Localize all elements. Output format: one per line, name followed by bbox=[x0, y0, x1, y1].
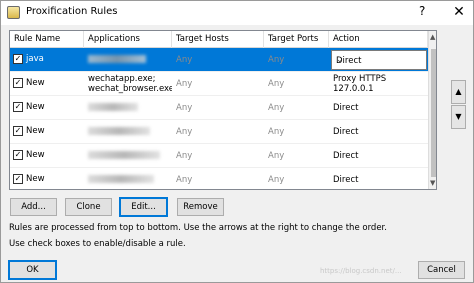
window-title: Proxification Rules bbox=[26, 6, 118, 17]
table-row[interactable]: ✓New wechatapp.exe;wechat_browser.exe;..… bbox=[10, 72, 428, 96]
title-bar: Proxification Rules ? ✕ bbox=[1, 1, 473, 25]
scrollbar-thumb[interactable] bbox=[431, 49, 436, 177]
applications-cell bbox=[84, 48, 172, 72]
column-target-hosts[interactable]: Target Hosts bbox=[172, 31, 264, 48]
rule-name-cell: ✓ java bbox=[10, 48, 84, 72]
target-ports-cell: Any bbox=[268, 79, 285, 89]
action-cell: Direct bbox=[333, 127, 359, 137]
checkbox[interactable]: ✓ bbox=[13, 102, 23, 112]
checkbox[interactable]: ✓ bbox=[13, 150, 23, 160]
remove-button[interactable]: Remove bbox=[177, 198, 224, 216]
rule-name: New bbox=[26, 126, 45, 136]
redacted-applications bbox=[88, 151, 160, 159]
column-target-ports[interactable]: Target Ports bbox=[264, 31, 329, 48]
table-row[interactable]: ✓ java Any Any Direct ⌄ bbox=[10, 48, 428, 72]
redacted-applications bbox=[88, 175, 154, 183]
target-hosts-cell: Any bbox=[176, 151, 193, 161]
app-icon bbox=[7, 6, 20, 19]
rule-name-cell: ✓ New bbox=[10, 168, 84, 189]
applications-cell: wechatapp.exe;wechat_browser.exe;... bbox=[88, 74, 172, 94]
action-cell: Direct bbox=[333, 103, 359, 113]
checkbox[interactable]: ✓ bbox=[13, 174, 23, 184]
checkbox[interactable]: ✓ bbox=[13, 126, 23, 136]
rule-name-cell: ✓ New bbox=[10, 72, 84, 96]
redacted-applications bbox=[88, 103, 138, 111]
action-cell: Direct bbox=[333, 151, 359, 161]
applications-cell bbox=[84, 168, 172, 189]
target-hosts-cell: Any bbox=[176, 127, 193, 137]
target-ports-cell: Any bbox=[268, 127, 285, 137]
info-checkbox-text: Use check boxes to enable/disable a rule… bbox=[9, 239, 186, 249]
proxification-rules-window: Proxification Rules ? ✕ Rule Name Applic… bbox=[0, 0, 474, 283]
table-row[interactable]: ✓ New Any Any Direct bbox=[10, 96, 428, 120]
table-row[interactable]: ✓ New Any Any Direct bbox=[10, 120, 428, 144]
column-action[interactable]: Action bbox=[329, 31, 428, 48]
table-header: Rule Name Applications Target Hosts Targ… bbox=[10, 31, 428, 48]
target-hosts-cell: Any bbox=[176, 103, 193, 113]
column-rule-name[interactable]: Rule Name bbox=[10, 31, 84, 48]
rule-name: New bbox=[26, 78, 45, 88]
applications-cell bbox=[84, 96, 172, 120]
close-icon[interactable]: ✕ bbox=[447, 2, 471, 22]
rule-name-cell: ✓ New bbox=[10, 96, 84, 120]
vertical-scrollbar[interactable]: ▲ ▼ bbox=[428, 31, 436, 189]
ok-button[interactable]: OK bbox=[8, 260, 57, 280]
rule-name: New bbox=[26, 174, 45, 184]
rule-name: New bbox=[26, 150, 45, 160]
table-row[interactable]: ✓ New Any Any Direct bbox=[10, 168, 428, 189]
redacted-applications bbox=[88, 127, 150, 135]
rule-name-cell: ✓ New bbox=[10, 120, 84, 144]
move-down-button[interactable]: ▼ bbox=[451, 105, 466, 129]
scroll-down-icon[interactable]: ▼ bbox=[430, 179, 435, 187]
action-cell: Proxy HTTPS 127.0.0.1 bbox=[333, 74, 387, 94]
target-hosts-cell: Any bbox=[176, 175, 193, 185]
rules-table[interactable]: Rule Name Applications Target Hosts Targ… bbox=[9, 30, 437, 190]
target-ports-cell: Any bbox=[268, 175, 285, 185]
applications-cell bbox=[84, 144, 172, 168]
edit-button[interactable]: Edit... bbox=[119, 197, 168, 217]
target-ports-cell: Any bbox=[268, 103, 285, 113]
move-up-button[interactable]: ▲ bbox=[451, 80, 466, 104]
column-applications[interactable]: Applications bbox=[84, 31, 172, 48]
target-ports-cell: Any bbox=[268, 55, 285, 65]
table-row[interactable]: ✓ New Any Any Direct bbox=[10, 144, 428, 168]
chevron-down-icon: ⌄ bbox=[336, 55, 344, 65]
target-hosts-cell: Any bbox=[176, 55, 193, 65]
cancel-button[interactable]: Cancel bbox=[418, 261, 465, 279]
clone-button[interactable]: Clone bbox=[65, 198, 112, 216]
action-cell: Direct bbox=[333, 175, 359, 185]
checkbox[interactable]: ✓ bbox=[13, 78, 23, 88]
rule-name: java bbox=[26, 54, 44, 64]
info-order-text: Rules are processed from top to bottom. … bbox=[9, 223, 387, 233]
rule-name-cell: ✓ New bbox=[10, 144, 84, 168]
target-ports-cell: Any bbox=[268, 151, 285, 161]
scroll-up-icon[interactable]: ▲ bbox=[430, 33, 435, 41]
action-select[interactable]: Direct ⌄ bbox=[331, 50, 427, 70]
watermark: https://blog.csdn.net/... bbox=[320, 267, 402, 275]
redacted-applications bbox=[88, 55, 146, 63]
checkbox[interactable]: ✓ bbox=[13, 54, 23, 64]
target-hosts-cell: Any bbox=[176, 79, 193, 89]
add-button[interactable]: Add... bbox=[10, 198, 57, 216]
help-icon[interactable]: ? bbox=[419, 4, 425, 18]
applications-cell bbox=[84, 120, 172, 144]
rule-name: New bbox=[26, 102, 45, 112]
